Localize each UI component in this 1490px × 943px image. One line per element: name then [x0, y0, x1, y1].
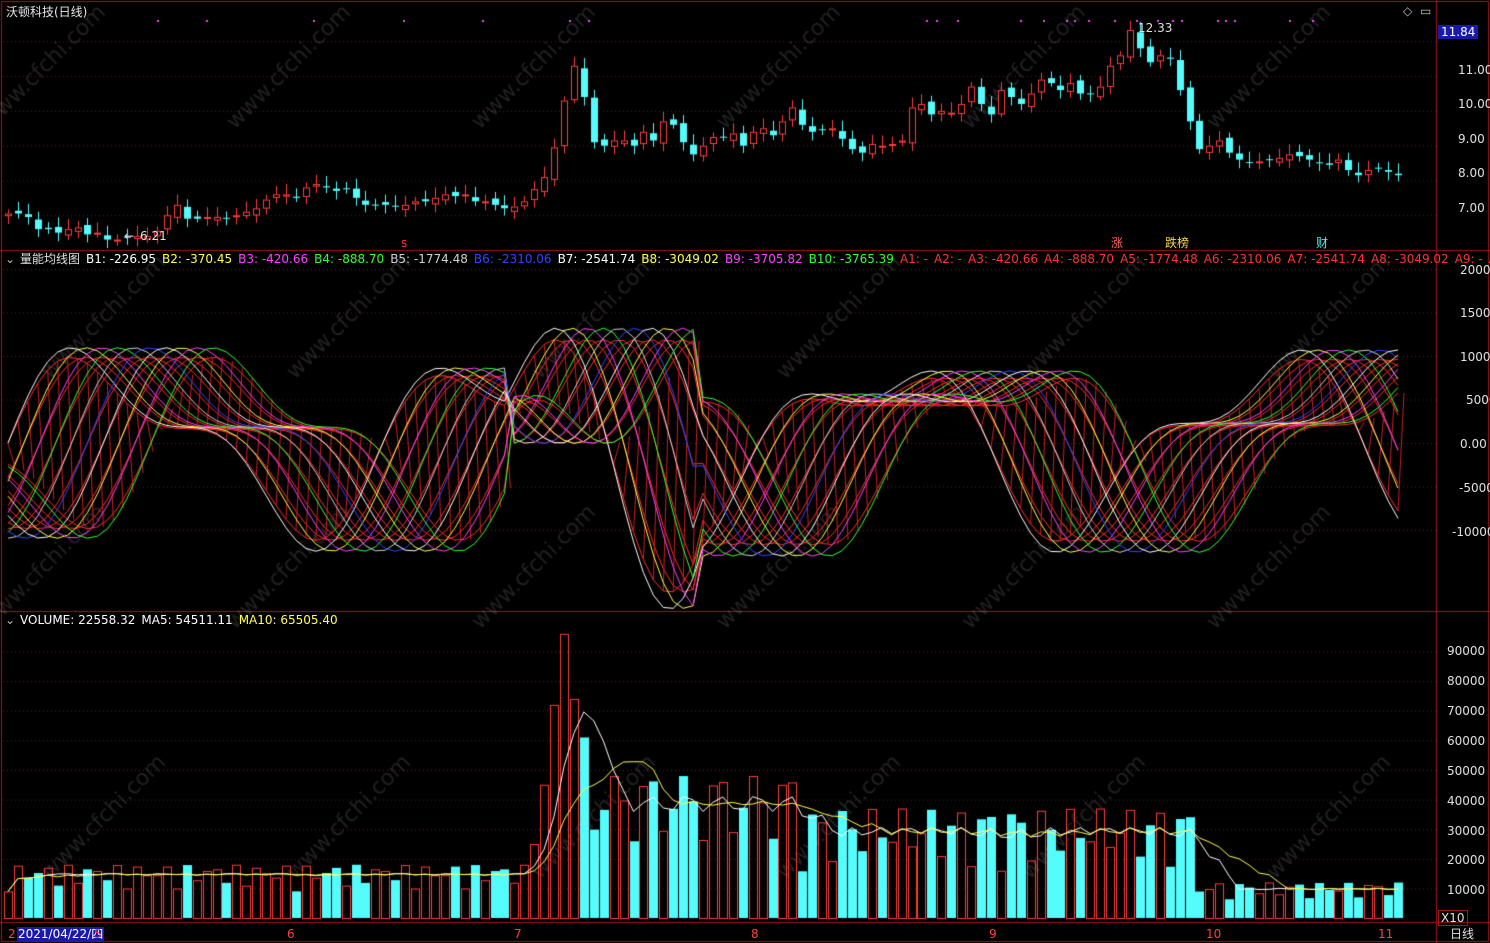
month-label: 11 [1378, 927, 1394, 941]
indicator-tick-label: -5000 [1459, 481, 1490, 495]
indicator-tick-label: 0.00 [1460, 437, 1487, 451]
legend-item: B1: -226.95 [86, 252, 157, 266]
legend-item: B8: -3049.02 [641, 252, 719, 266]
legend-item: B9: -3705.82 [724, 252, 803, 266]
event-marker-s[interactable]: s [401, 236, 407, 250]
restore-window-icon[interactable]: ▭ [1420, 4, 1431, 18]
event-marker-dieb[interactable]: 跌榜 [1165, 236, 1189, 250]
volume-tick-label: 70000 [1447, 704, 1486, 718]
indicator-tick-label: 10000 [1460, 350, 1490, 364]
volume-tick-label: 30000 [1447, 824, 1486, 838]
indicator-title: 量能均线图 [20, 252, 81, 266]
event-marker-cai[interactable]: 财 [1316, 236, 1328, 250]
legend-item: VOLUME: 22558.32 [20, 613, 136, 627]
volume-tick-label: 60000 [1447, 734, 1486, 748]
time-axis-leading-label: 2 [8, 927, 16, 941]
selected-date[interactable]: 2021/04/22/四 [17, 927, 105, 941]
indicator-tick-label: 20000 [1460, 263, 1490, 277]
period-label[interactable]: 日线 [1450, 927, 1474, 941]
volume-tick-label: 90000 [1447, 644, 1486, 658]
legend-item: A1: - [899, 252, 928, 266]
legend-item: A5: -1774.48 [1120, 252, 1198, 266]
event-marker-zhang[interactable]: 涨 [1111, 236, 1123, 250]
high-price-label: 12.33 [1138, 21, 1173, 35]
price-tick-label: 8.00 [1458, 166, 1485, 180]
price-tick-label: 7.00 [1458, 201, 1485, 215]
legend-item: MA5: 54511.11 [141, 613, 233, 627]
legend-item: A2: - [933, 252, 962, 266]
month-label: 9 [989, 927, 997, 941]
legend-item: A3: -420.66 [968, 252, 1039, 266]
legend-item: B7: -2541.74 [557, 252, 636, 266]
legend-item: A6: -2310.06 [1203, 252, 1282, 266]
volume-tick-label: 10000 [1447, 883, 1486, 897]
price-tick-label: 11.00 [1458, 63, 1490, 77]
legend-item: A8: -3049.02 [1371, 252, 1449, 266]
volume-unit-badge: X10 [1438, 910, 1468, 926]
month-label: 8 [751, 927, 759, 941]
month-label: 5 [94, 927, 102, 941]
legend-item: B5: -1774.48 [390, 252, 468, 266]
legend-item: A7: -2541.74 [1287, 252, 1366, 266]
low-arrow-icon: ← [124, 229, 135, 243]
indicator-tick-label: 5000 [1466, 393, 1490, 407]
legend-item: MA10: 65505.40 [238, 613, 338, 627]
volume-tick-label: 50000 [1447, 764, 1486, 778]
volume-tick-label: 20000 [1447, 853, 1486, 867]
diamond-icon[interactable]: ◇ [1403, 4, 1412, 18]
legend-item: B2: -370.45 [162, 252, 233, 266]
chart-title: 沃顿科技(日线) [6, 5, 88, 19]
legend-item: A4: -888.70 [1044, 252, 1115, 266]
legend-item: B3: -420.66 [238, 252, 309, 266]
legend-item: B4: -888.70 [314, 252, 385, 266]
price-tick-label: 9.00 [1458, 132, 1485, 146]
legend-item: B6: -2310.06 [473, 252, 552, 266]
legend-item: B10: -3765.39 [808, 252, 894, 266]
month-label: 10 [1206, 927, 1222, 941]
volume-tick-label: 80000 [1447, 674, 1486, 688]
volume-tick-label: 40000 [1447, 794, 1486, 808]
price-tick-label: 10.00 [1458, 97, 1490, 111]
indicator-tick-label: -10000 [1452, 525, 1490, 539]
month-label: 6 [287, 927, 295, 941]
stock-chart-canvas[interactable] [0, 0, 1490, 943]
indicator-collapse-icon[interactable]: ⌄ [5, 252, 15, 266]
last-price-badge: 11.84 [1438, 25, 1479, 39]
volume-collapse-icon[interactable]: ⌄ [5, 613, 15, 627]
indicator-tick-label: 15000 [1460, 306, 1490, 320]
month-label: 7 [514, 927, 522, 941]
low-price-label: 6.21 [140, 229, 167, 243]
